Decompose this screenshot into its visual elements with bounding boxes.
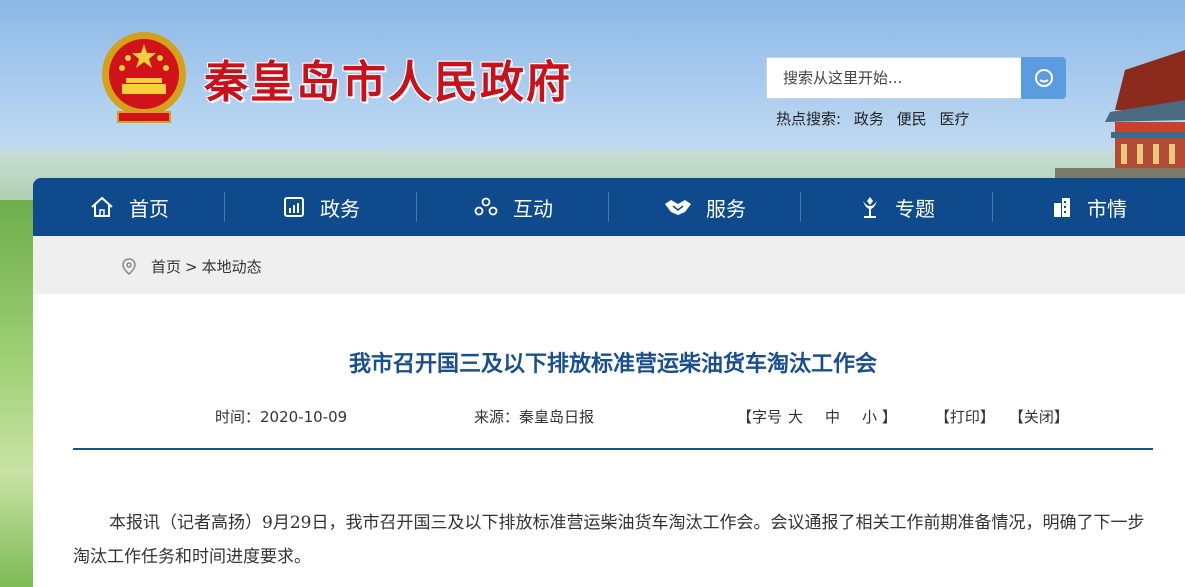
nav-label: 市情 [1087, 196, 1127, 221]
location-pin-icon [122, 257, 136, 275]
divider [73, 448, 1153, 450]
breadcrumb-separator: > [185, 257, 198, 276]
article-tools: 【字号 大 中 小 】 【打印】 【关闭】 [737, 406, 1069, 427]
nav-item-services[interactable]: 服务 [609, 178, 801, 236]
breadcrumb-current[interactable]: 本地动态 [202, 256, 262, 277]
nav-item-affairs[interactable]: 政务 [225, 178, 417, 236]
hot-search-label: 热点搜索: [776, 110, 842, 128]
main-nav: 首页 政务 互动 服务 专题 市情 [33, 178, 1185, 236]
handshake-icon [665, 200, 691, 215]
nav-item-city-info[interactable]: 市情 [993, 178, 1185, 236]
home-icon [91, 196, 113, 217]
breadcrumb: 首页 > 本地动态 [121, 256, 262, 277]
breadcrumb-bar: 首页 > 本地动态 [33, 236, 1185, 294]
article-time: 时间：2020-10-09 [215, 408, 348, 426]
hot-term[interactable]: 医疗 [939, 110, 969, 128]
side-scenery [0, 200, 34, 587]
font-size-label: 【字号 [737, 408, 783, 426]
people-icon [474, 197, 498, 216]
search-button[interactable] [1021, 57, 1066, 99]
hot-term[interactable]: 政务 [854, 110, 884, 128]
national-emblem-icon [102, 32, 186, 123]
article-body: 本报讯（记者高扬）9月29日，我市召开国三及以下排放标准营运柴油货车淘汰工作会。… [73, 513, 1145, 567]
article-source: 来源：秦皇岛日报 [474, 408, 595, 426]
close-button[interactable]: 【关闭】 [1009, 406, 1069, 427]
search-box [766, 57, 1066, 99]
chart-icon [284, 197, 304, 217]
nav-item-interaction[interactable]: 互动 [417, 178, 609, 236]
pavilion-image [1055, 50, 1185, 180]
hot-term[interactable]: 便民 [897, 110, 927, 128]
nav-label: 专题 [895, 196, 935, 221]
search-input[interactable] [766, 57, 1022, 99]
nav-label: 政务 [320, 196, 360, 221]
hot-search: 热点搜索: 政务 便民 医疗 [776, 108, 977, 129]
nav-label: 服务 [706, 196, 746, 221]
building-icon [1054, 198, 1070, 217]
search-icon [1034, 69, 1053, 87]
article-content: 我市召开国三及以下排放标准营运柴油货车淘汰工作会 时间：2020-10-09 来… [33, 294, 1185, 587]
article-title: 我市召开国三及以下排放标准营运柴油货车淘汰工作会 [348, 352, 877, 377]
flower-icon [863, 197, 877, 218]
font-small-button[interactable]: 小 】 [862, 406, 897, 427]
nav-label: 首页 [129, 196, 169, 221]
print-button[interactable]: 【打印】 [935, 406, 995, 427]
font-large-button[interactable]: 大 [788, 406, 803, 427]
nav-item-topics[interactable]: 专题 [801, 178, 993, 236]
font-medium-button[interactable]: 中 [825, 406, 840, 427]
nav-label: 互动 [513, 196, 553, 221]
breadcrumb-home[interactable]: 首页 [151, 256, 181, 277]
site-title[interactable]: 秦皇岛市人民政府 [204, 46, 572, 110]
nav-item-home[interactable]: 首页 [33, 178, 225, 236]
